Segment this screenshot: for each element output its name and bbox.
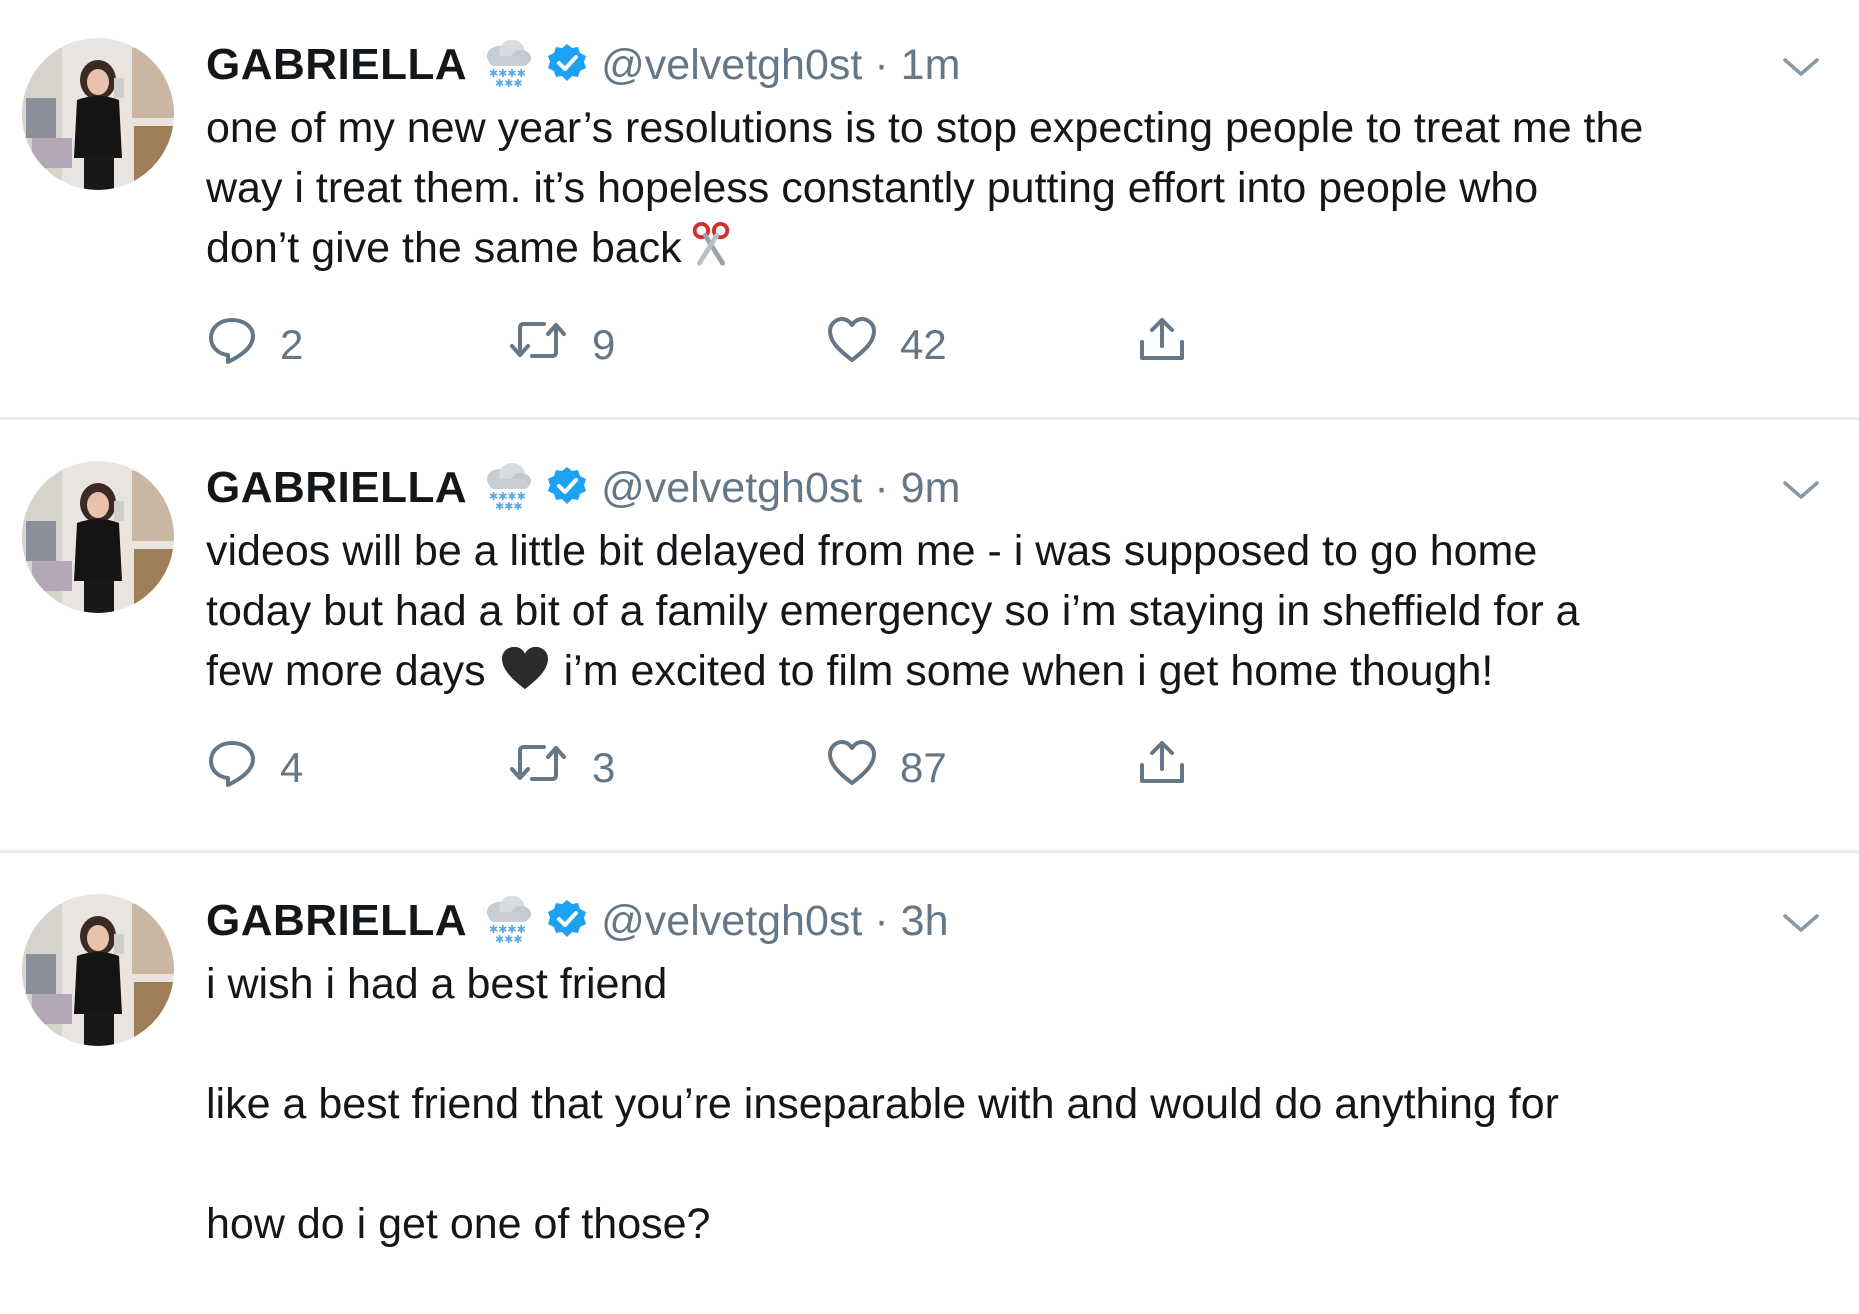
display-name[interactable]: GABRIELLA bbox=[206, 40, 467, 90]
tweet-text: videos will be a little bit delayed from… bbox=[206, 521, 1826, 707]
tweet-text-line: don’t give the same back bbox=[206, 218, 1826, 284]
tweet-header: GABRIELLA @velvetgh0st · 1m bbox=[206, 38, 960, 92]
share-button[interactable] bbox=[1136, 315, 1188, 375]
tweet-text-line: way i treat them. it’s hopeless constant… bbox=[206, 164, 1539, 212]
reply-count: 4 bbox=[280, 744, 304, 791]
tweet-text-line-text: don’t give the same back bbox=[206, 224, 682, 272]
tweet-actions: 2 9 42 bbox=[206, 315, 1306, 375]
share-icon bbox=[1136, 737, 1188, 799]
handle[interactable]: @velvetgh0st bbox=[601, 464, 862, 513]
retweet-icon bbox=[506, 737, 570, 799]
tweet-header: GABRIELLA @velvetgh0st · 3h bbox=[206, 894, 949, 948]
tweet-paragraph: how do i get one of those? bbox=[206, 1200, 711, 1248]
separator: · bbox=[874, 463, 889, 512]
snow-cloud-icon bbox=[479, 461, 535, 516]
chevron-down-icon[interactable] bbox=[1779, 52, 1823, 82]
verified-badge-icon bbox=[547, 43, 587, 88]
reply-button[interactable]: 2 bbox=[206, 315, 303, 375]
chevron-down-icon[interactable] bbox=[1779, 475, 1823, 505]
handle[interactable]: @velvetgh0st bbox=[601, 897, 862, 946]
retweet-icon bbox=[506, 314, 570, 376]
avatar[interactable] bbox=[22, 894, 174, 1046]
snow-cloud-icon bbox=[479, 38, 535, 93]
tweet-text: one of my new year’s resolutions is to s… bbox=[206, 98, 1826, 284]
tweet-actions: 4 3 87 bbox=[206, 738, 1306, 798]
tweet-text-line: today but had a bit of a family emergenc… bbox=[206, 587, 1580, 635]
timestamp[interactable]: 1m bbox=[901, 41, 961, 90]
display-name[interactable]: GABRIELLA bbox=[206, 896, 467, 946]
separator: · bbox=[874, 40, 889, 89]
share-button[interactable] bbox=[1136, 738, 1188, 798]
chevron-down-icon[interactable] bbox=[1779, 908, 1823, 938]
tweet-paragraph: i wish i had a best friend bbox=[206, 960, 668, 1008]
timestamp[interactable]: 9m bbox=[901, 464, 961, 513]
tweet[interactable]: GABRIELLA @velvetgh0st · 1m one of my ne… bbox=[0, 0, 1859, 420]
tweet-text-line-text: i’m excited to film some when i get home… bbox=[563, 647, 1494, 695]
reply-icon bbox=[206, 737, 258, 799]
verified-badge-icon bbox=[547, 899, 587, 944]
black-heart-icon bbox=[500, 645, 550, 707]
snow-cloud-icon bbox=[479, 894, 535, 949]
separator: · bbox=[874, 896, 889, 945]
like-button[interactable]: 87 bbox=[826, 738, 947, 798]
tweet[interactable]: GABRIELLA @velvetgh0st · 3h i wish i had… bbox=[0, 856, 1859, 1275]
tweet-text-line: videos will be a little bit delayed from… bbox=[206, 527, 1538, 575]
like-count: 87 bbox=[900, 744, 947, 791]
tweet-text: i wish i had a best friend like a best f… bbox=[206, 954, 1826, 1314]
scissors-icon bbox=[688, 220, 734, 284]
verified-badge-icon bbox=[547, 466, 587, 511]
reply-button[interactable]: 4 bbox=[206, 738, 303, 798]
tweet-text-line: few more days i’m excited to film some wh… bbox=[206, 641, 1826, 707]
retweet-button[interactable]: 9 bbox=[506, 315, 615, 375]
like-count: 42 bbox=[900, 321, 947, 368]
tweet-text-line: one of my new year’s resolutions is to s… bbox=[206, 104, 1644, 152]
tweet-header: GABRIELLA @velvetgh0st · 9m bbox=[206, 461, 960, 515]
retweet-count: 9 bbox=[592, 321, 616, 368]
display-name[interactable]: GABRIELLA bbox=[206, 463, 467, 513]
handle[interactable]: @velvetgh0st bbox=[601, 41, 862, 90]
avatar[interactable] bbox=[22, 38, 174, 190]
tweet-paragraph: like a best friend that you’re inseparab… bbox=[206, 1080, 1559, 1128]
timestamp[interactable]: 3h bbox=[901, 897, 949, 946]
retweet-button[interactable]: 3 bbox=[506, 738, 615, 798]
reply-count: 2 bbox=[280, 321, 304, 368]
like-button[interactable]: 42 bbox=[826, 315, 947, 375]
share-icon bbox=[1136, 314, 1188, 376]
tweet[interactable]: GABRIELLA @velvetgh0st · 9m videos will … bbox=[0, 423, 1859, 853]
heart-icon bbox=[826, 737, 878, 799]
retweet-count: 3 bbox=[592, 744, 616, 791]
tweet-text-line-text: few more days bbox=[206, 647, 486, 695]
reply-icon bbox=[206, 314, 258, 376]
heart-icon bbox=[826, 314, 878, 376]
avatar[interactable] bbox=[22, 461, 174, 613]
